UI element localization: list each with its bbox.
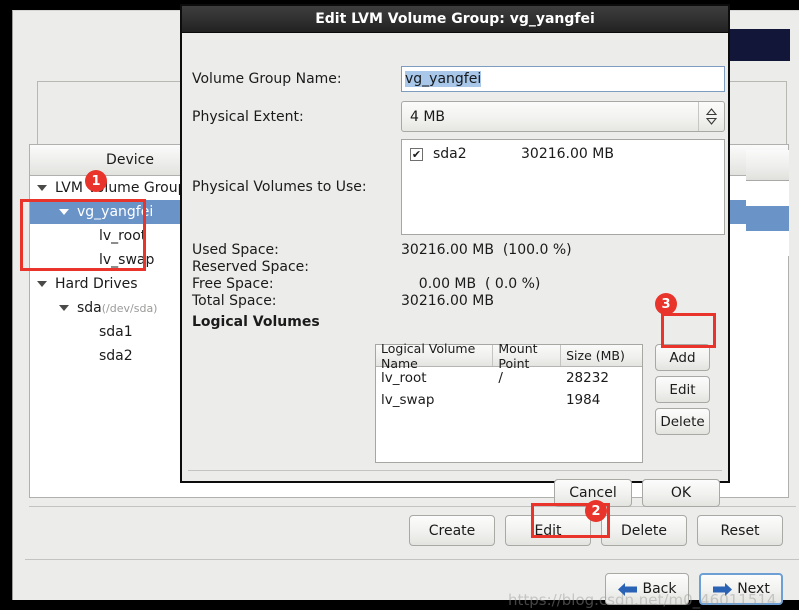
stat-label: Reserved Space:: [192, 259, 309, 275]
logical-volumes-table-body: lv_root / 28232 lv_swap 1984: [376, 367, 642, 411]
screen: LVM vg_ 282 Device LVM Volume Groupsvg_y…: [0, 0, 799, 610]
chevron-down-icon[interactable]: [58, 208, 70, 216]
arrow-right-icon: [713, 582, 733, 596]
physical-volume-row[interactable]: ✔ sda2 30216.00 MB: [410, 146, 716, 162]
next-button-label: Next: [737, 581, 770, 597]
physical-extent-select[interactable]: 4 MB: [401, 101, 725, 132]
physical-volume-size: 30216.00 MB: [521, 146, 614, 162]
chevron-down-icon[interactable]: [58, 304, 70, 312]
background-list-row: [746, 231, 789, 256]
lv-column-header[interactable]: Size (MB): [561, 345, 642, 366]
logical-volumes-table-header: Logical Volume Name Mount Point Size (MB): [376, 341, 642, 371]
stat-value: 30216.00 MB: [401, 293, 494, 309]
edit-button[interactable]: Edit: [505, 515, 591, 546]
physical-volumes-list[interactable]: ✔ sda2 30216.00 MB: [401, 139, 725, 235]
lv-table-cell: lv_swap: [381, 392, 435, 408]
device-action-buttons: Create Edit Delete Reset: [409, 515, 783, 546]
background-list-strip: [746, 150, 789, 262]
tree-item-label: sda: [77, 300, 102, 316]
tree-item-label: lv_swap: [99, 252, 155, 268]
volume-group-name-input[interactable]: vg_yangfei: [401, 66, 725, 92]
dialog-title-bar: Edit LVM Volume Group: vg_yangfei: [182, 6, 728, 33]
stat-value: 30216.00 MB (100.0 %): [401, 242, 572, 258]
physical-extent-value: 4 MB: [410, 108, 446, 125]
logical-volume-actions: Add Edit Delete: [655, 344, 710, 435]
physical-volumes-label: Physical Volumes to Use:: [192, 179, 367, 195]
background-list-row-selected: [746, 206, 789, 231]
checkbox-icon[interactable]: ✔: [410, 147, 423, 161]
lv-delete-button[interactable]: Delete: [655, 408, 710, 435]
dialog-action-buttons: Cancel OK: [554, 479, 720, 507]
ok-button[interactable]: OK: [642, 479, 720, 507]
chevron-down-icon[interactable]: [36, 184, 48, 192]
tree-item-label: lv_root: [99, 228, 147, 244]
lv-table-cell: lv_root: [381, 370, 427, 386]
footer-separator: [25, 559, 799, 560]
lv-column-header[interactable]: Mount Point: [493, 341, 562, 371]
physical-volume-name: sda2: [433, 146, 467, 162]
delete-button[interactable]: Delete: [601, 515, 687, 546]
cancel-button[interactable]: Cancel: [554, 479, 632, 507]
lv-column-header[interactable]: Logical Volume Name: [376, 341, 494, 371]
background-list-row: [746, 181, 789, 206]
create-button[interactable]: Create: [409, 515, 495, 546]
tree-item-label: sda1: [99, 324, 133, 340]
lv-table-cell: 28232: [565, 370, 609, 386]
tree-item-label: LVM Volume Groups: [55, 180, 194, 196]
stat-value: 0.00 MB ( 0.0 %): [401, 276, 541, 292]
lv-table-cell: 1984: [565, 392, 601, 408]
next-button[interactable]: Next: [699, 573, 783, 605]
lv-add-button[interactable]: Add: [655, 344, 710, 371]
dialog-title: Edit LVM Volume Group: vg_yangfei: [315, 11, 595, 27]
logical-volumes-table[interactable]: Logical Volume Name Mount Point Size (MB) …: [375, 341, 643, 463]
back-button-label: Back: [642, 581, 677, 597]
edit-lvm-volume-group-dialog: Edit LVM Volume Group: vg_yangfei Volume…: [180, 4, 730, 507]
chevron-down-icon[interactable]: [36, 280, 48, 288]
dialog-separator: [188, 470, 722, 471]
lv-edit-button[interactable]: Edit: [655, 376, 710, 403]
arrow-left-icon: [617, 582, 637, 596]
tree-item-label: Hard Drives: [55, 276, 138, 292]
background-list-header: [746, 150, 789, 181]
volume-group-name-value: vg_yangfei: [405, 71, 482, 87]
reset-button[interactable]: Reset: [697, 515, 783, 546]
tree-item-subtext: (/dev/sda): [101, 301, 158, 315]
lv-table-row[interactable]: lv_root / 28232: [376, 367, 642, 389]
spinner-arrows-icon[interactable]: [698, 102, 724, 131]
tree-item-label: vg_yangfei: [77, 204, 154, 220]
physical-extent-label: Physical Extent:: [192, 109, 304, 125]
stat-label: Free Space:: [192, 276, 274, 292]
back-button[interactable]: Back: [605, 573, 689, 605]
stat-label: Used Space:: [192, 242, 279, 258]
wizard-navigation: Back Next: [605, 573, 783, 605]
logical-volumes-heading: Logical Volumes: [192, 314, 320, 330]
dialog-body: Volume Group Name: vg_yangfei Physical E…: [182, 33, 728, 507]
volume-group-name-label: Volume Group Name:: [192, 71, 342, 87]
tree-item-label: sda2: [99, 348, 133, 364]
stat-label: Total Space:: [192, 293, 277, 309]
lv-table-row[interactable]: lv_swap 1984: [376, 389, 642, 411]
lv-table-cell: /: [498, 370, 503, 386]
